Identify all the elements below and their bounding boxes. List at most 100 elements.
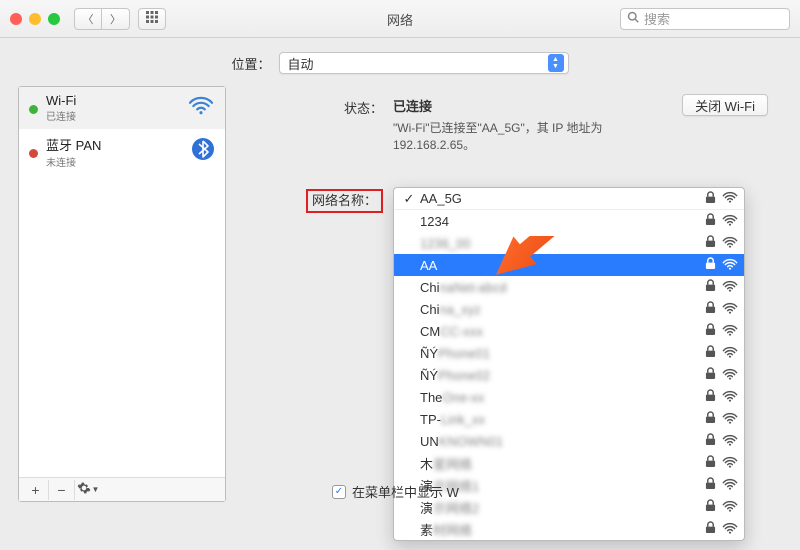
- service-name: Wi-Fi: [46, 93, 179, 108]
- show-in-menubar-checkbox[interactable]: ✓: [332, 485, 346, 499]
- service-status: 已连接: [46, 108, 179, 123]
- wifi-signal-icon: [722, 279, 738, 296]
- network-option[interactable]: TheOne-xx: [394, 386, 744, 408]
- lock-icon: [705, 433, 716, 449]
- network-option[interactable]: 素材网络: [394, 518, 744, 540]
- plus-icon: +: [31, 482, 39, 498]
- show-in-menubar-label: 在菜单栏中显示 W: [352, 482, 459, 501]
- network-ssid: AA: [420, 258, 437, 273]
- status-dot-icon: [29, 105, 38, 114]
- wifi-signal-icon: [722, 301, 738, 318]
- lock-icon: [705, 279, 716, 295]
- network-option[interactable]: CMCC-xxx: [394, 320, 744, 342]
- minimize-window-button[interactable]: [29, 13, 41, 25]
- traffic-lights: [10, 13, 60, 25]
- wifi-signal-icon: [722, 257, 738, 274]
- nav-buttons: 〈 〉: [74, 8, 130, 30]
- back-button[interactable]: 〈: [74, 8, 102, 30]
- search-placeholder: 搜索: [644, 9, 670, 28]
- wifi-signal-icon: [722, 455, 738, 472]
- service-list: Wi-Fi 已连接 蓝牙 PAN 未连接: [19, 87, 225, 477]
- network-ssid: TheOne-xx: [420, 390, 484, 405]
- wifi-off-label: 关闭 Wi-Fi: [695, 96, 755, 115]
- wifi-icon: [187, 94, 215, 122]
- network-option[interactable]: 木星网络: [394, 452, 744, 474]
- network-ssid: 素材网络: [420, 520, 472, 539]
- lock-icon: [705, 345, 716, 361]
- location-select[interactable]: 自动 ▲▼: [279, 52, 569, 74]
- chevron-down-icon: ▼: [92, 485, 100, 494]
- lock-icon: [705, 323, 716, 339]
- show-in-menubar-row: ✓ 在菜单栏中显示 W: [332, 482, 459, 501]
- lock-icon: [705, 455, 716, 471]
- zoom-window-button[interactable]: [48, 13, 60, 25]
- location-label: 位置：: [231, 54, 270, 73]
- service-sidebar: Wi-Fi 已连接 蓝牙 PAN 未连接: [18, 86, 226, 502]
- lock-icon: [705, 257, 716, 273]
- status-description: "Wi-Fi"已连接至"AA_5G"，其 IP 地址为 192.168.2.65…: [393, 119, 673, 153]
- network-option[interactable]: 1236_00: [394, 232, 744, 254]
- chevron-left-icon: 〈: [83, 11, 94, 27]
- network-ssid: CMCC-xxx: [420, 324, 483, 339]
- network-option[interactable]: AA: [394, 254, 744, 276]
- window-titlebar: 〈 〉 网络 搜索: [0, 0, 800, 38]
- wifi-signal-icon: [722, 213, 738, 230]
- sidebar-footer: + − ▼: [19, 477, 225, 501]
- lock-icon: [705, 389, 716, 405]
- wifi-signal-icon: [722, 235, 738, 252]
- service-item-wifi[interactable]: Wi-Fi 已连接: [19, 87, 225, 129]
- network-ssid: ÑÝPhone02: [420, 368, 490, 383]
- network-option[interactable]: UNKNOWN01: [394, 430, 744, 452]
- wifi-signal-icon: [722, 433, 738, 450]
- network-option[interactable]: ÑÝPhone01: [394, 342, 744, 364]
- add-service-button[interactable]: +: [23, 480, 49, 500]
- network-name-label: 网络名称：: [306, 189, 383, 213]
- network-ssid: ChinaNet-abcd: [420, 280, 507, 295]
- network-name-label-wrap: 网络名称：: [240, 187, 383, 213]
- network-ssid: China_xyz: [420, 302, 481, 317]
- service-item-bluetooth[interactable]: 蓝牙 PAN 未连接: [19, 129, 225, 175]
- network-ssid: AA_5G: [420, 191, 462, 206]
- network-dropdown-selected[interactable]: ✓AA_5G: [394, 188, 744, 210]
- network-ssid: 1234: [420, 214, 449, 229]
- location-row: 位置： 自动 ▲▼: [0, 38, 800, 86]
- lock-icon: [705, 499, 716, 515]
- detail-pane: 关闭 Wi-Fi 状态： 已连接 "Wi-Fi"已连接至"AA_5G"，其 IP…: [240, 86, 782, 541]
- forward-button[interactable]: 〉: [102, 8, 130, 30]
- search-icon: [627, 11, 639, 26]
- wifi-signal-icon: [722, 389, 738, 406]
- network-name-row: 网络名称： ✓AA_5G12341236_00AAChinaNet-abcdCh…: [240, 187, 782, 541]
- lock-icon: [705, 213, 716, 229]
- chevron-right-icon: 〉: [110, 11, 121, 27]
- network-option[interactable]: China_xyz: [394, 298, 744, 320]
- close-window-button[interactable]: [10, 13, 22, 25]
- lock-icon: [705, 367, 716, 383]
- turn-wifi-off-button[interactable]: 关闭 Wi-Fi: [682, 94, 768, 116]
- network-option[interactable]: TP-Link_xx: [394, 408, 744, 430]
- network-option[interactable]: ÑÝPhone02: [394, 364, 744, 386]
- network-ssid: ÑÝPhone01: [420, 346, 490, 361]
- main-area: Wi-Fi 已连接 蓝牙 PAN 未连接: [0, 86, 800, 541]
- network-option[interactable]: ChinaNet-abcd: [394, 276, 744, 298]
- service-actions-button[interactable]: ▼: [75, 480, 101, 500]
- service-status: 未连接: [46, 154, 183, 169]
- gear-icon: [77, 481, 91, 498]
- wifi-signal-icon: [722, 521, 738, 538]
- search-input[interactable]: 搜索: [620, 8, 790, 30]
- remove-service-button[interactable]: −: [49, 480, 75, 500]
- wifi-signal-icon: [722, 345, 738, 362]
- show-all-button[interactable]: [138, 8, 166, 30]
- wifi-signal-icon: [722, 499, 738, 516]
- wifi-signal-icon: [722, 411, 738, 428]
- lock-icon: [705, 411, 716, 427]
- location-value: 自动: [288, 54, 314, 73]
- lock-icon: [705, 477, 716, 493]
- grid-icon: [146, 11, 158, 26]
- network-ssid: 1236_00: [420, 236, 471, 251]
- wifi-signal-icon: [722, 190, 738, 207]
- updown-arrows-icon: ▲▼: [548, 54, 564, 72]
- lock-icon: [705, 521, 716, 537]
- status-label: 状态：: [240, 96, 383, 153]
- network-option[interactable]: 1234: [394, 210, 744, 232]
- service-name: 蓝牙 PAN: [46, 135, 183, 154]
